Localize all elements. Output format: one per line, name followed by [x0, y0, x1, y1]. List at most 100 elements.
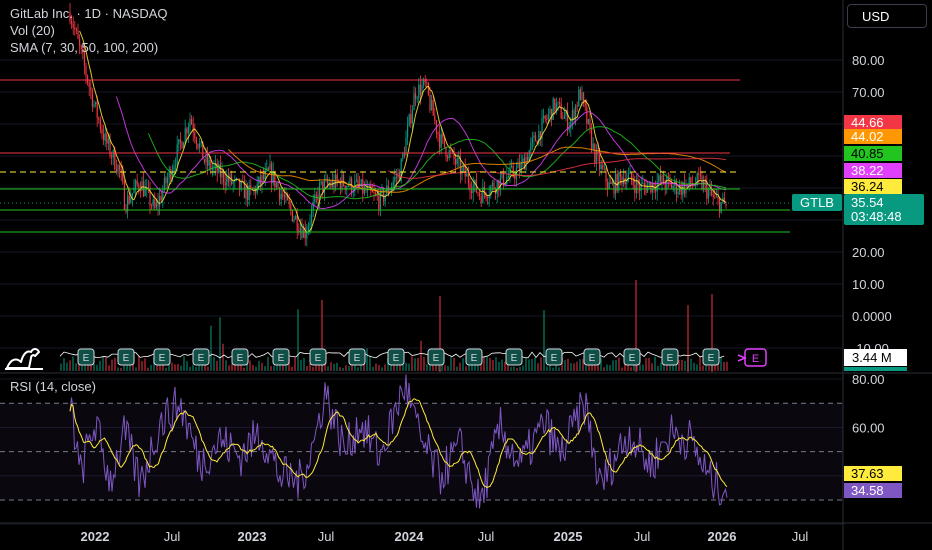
- volume-bar: [405, 362, 407, 371]
- price-chart-canvas[interactable]: EEEEEEEEEEEEEEEEEE80.0070.0060.0050.0040…: [0, 0, 932, 550]
- candle-body: [195, 138, 197, 144]
- candle-body: [106, 133, 108, 144]
- candle-body: [333, 180, 335, 189]
- candle-body: [203, 159, 205, 163]
- volume-bar: [273, 365, 275, 371]
- candle-body: [72, 23, 74, 28]
- volume-bar: [645, 358, 647, 371]
- earnings-marker-label: E: [354, 353, 361, 364]
- candle-body: [165, 177, 167, 184]
- candle-body: [131, 193, 133, 198]
- volume-bar: [228, 365, 230, 371]
- rsi-axis-label: 60.00: [852, 420, 885, 435]
- candle-body: [283, 196, 285, 198]
- volume-bar: [486, 356, 488, 371]
- candle-body: [407, 125, 409, 138]
- volume-bar: [111, 359, 113, 371]
- volume-bar: [339, 367, 341, 371]
- candle-body: [259, 176, 261, 185]
- candle-body: [563, 115, 565, 119]
- rsi-indicator-legend[interactable]: RSI (14, close): [10, 379, 96, 394]
- earnings-marker-label: E: [278, 353, 285, 364]
- volume-bar: [414, 358, 416, 371]
- candle-body: [207, 155, 209, 166]
- volume-bar: [210, 325, 212, 371]
- candle-body: [715, 196, 717, 198]
- candle-body: [111, 155, 113, 158]
- volume-bar: [585, 365, 587, 371]
- candle-body: [88, 82, 90, 88]
- candle-body: [189, 119, 191, 127]
- volume-bar: [99, 360, 101, 371]
- candle-body: [439, 133, 441, 148]
- candle-body: [117, 165, 119, 173]
- volume-bar: [573, 363, 575, 371]
- candle-body: [90, 87, 92, 91]
- candle-body: [717, 196, 719, 199]
- volume-bar: [66, 362, 68, 371]
- last-price-value: 35.54: [851, 195, 884, 210]
- candle-body: [293, 219, 295, 222]
- volume-bar: [60, 363, 62, 371]
- volume-bar: [567, 358, 569, 371]
- sma-200-line: [388, 157, 727, 179]
- volume-bar: [723, 361, 725, 371]
- volume-bar: [297, 309, 299, 371]
- candle-body: [219, 163, 221, 178]
- volume-bar: [702, 365, 704, 371]
- volume-bar: [570, 363, 572, 371]
- candle-body: [263, 175, 265, 180]
- rsi-tag-value: 37.63: [851, 466, 884, 481]
- earnings-marker-label: E: [393, 353, 400, 364]
- candle-body: [578, 89, 580, 106]
- candle-body: [427, 82, 429, 95]
- candle-body: [119, 165, 121, 170]
- candle-body: [181, 141, 183, 149]
- candle-body: [306, 232, 308, 239]
- candle-body: [419, 84, 421, 96]
- tradingview-logo-icon[interactable]: [3, 344, 49, 372]
- candle-body: [447, 156, 449, 159]
- candle-body: [175, 164, 177, 167]
- candle-body: [277, 183, 279, 188]
- volume-bar: [618, 357, 620, 371]
- volume-bar: [639, 364, 641, 371]
- time-axis-label: 2026: [708, 529, 737, 544]
- candle-body: [301, 227, 303, 238]
- volume-bar: [189, 367, 191, 371]
- candle-body: [487, 197, 489, 199]
- volume-bar: [222, 343, 224, 371]
- candle-body: [96, 102, 98, 119]
- candle-body: [547, 114, 549, 120]
- candle-body: [95, 102, 97, 104]
- candle-body: [93, 103, 95, 107]
- volume-bar: [180, 365, 182, 371]
- volume-indicator-legend[interactable]: Vol (20): [10, 23, 55, 39]
- volume-bar: [537, 363, 539, 371]
- volume-bar: [207, 366, 209, 371]
- sma-indicator-legend[interactable]: SMA (7, 30, 50, 100, 200): [10, 40, 158, 56]
- volume-bar: [558, 367, 560, 371]
- candle-body: [499, 177, 501, 191]
- candle-body: [467, 173, 469, 184]
- volume-bar: [276, 365, 278, 371]
- currency-button[interactable]: USD: [847, 4, 927, 28]
- candle-body: [632, 180, 634, 186]
- candle-body: [698, 173, 700, 175]
- candle-body: [618, 171, 620, 191]
- candle-body: [659, 175, 661, 182]
- candle-body: [375, 192, 377, 195]
- volume-bar: [642, 364, 644, 371]
- price-tag-value: 44.02: [851, 129, 884, 144]
- candle-body: [554, 98, 556, 111]
- volume-bar: [63, 358, 65, 371]
- time-axis-label: Jul: [164, 529, 181, 544]
- candle-body: [392, 181, 394, 187]
- candle-body: [224, 182, 226, 186]
- candle-body: [635, 179, 637, 193]
- volume-bar: [75, 363, 77, 371]
- earnings-marker-label: E: [123, 353, 130, 364]
- candle-body: [267, 167, 269, 170]
- candle-body: [445, 146, 447, 157]
- time-axis-label: Jul: [478, 529, 495, 544]
